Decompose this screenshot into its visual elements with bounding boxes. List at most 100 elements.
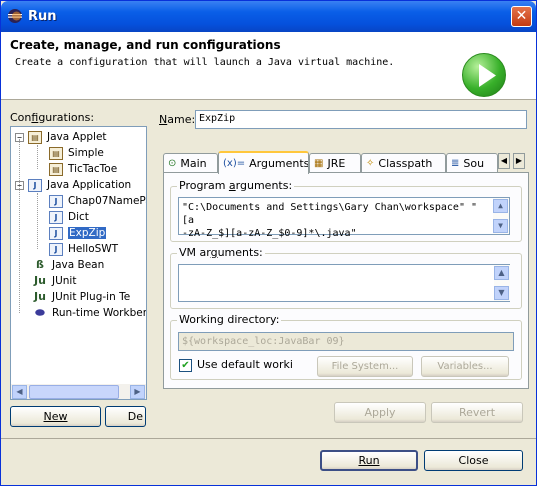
close-button[interactable]: Close	[424, 450, 523, 471]
window-title: Run	[28, 9, 57, 24]
scroll-down-icon[interactable]: ▼	[493, 219, 508, 233]
main-tab-icon: ⊙	[168, 158, 177, 169]
vm-arguments-input[interactable]	[178, 264, 510, 302]
jre-tab-icon: ▦	[314, 158, 324, 169]
java-app-icon: J	[49, 210, 63, 224]
tree-horizontal-scrollbar[interactable]: ◀ ▶	[10, 384, 147, 400]
tree-item-label: ExpZip	[68, 227, 107, 239]
tree-item-java-applet[interactable]: − ▤ Java Applet	[15, 129, 107, 145]
scroll-up-icon[interactable]: ▲	[493, 199, 508, 213]
tree-item-label: JUnit	[52, 275, 77, 287]
working-directory-label: Working directory:	[177, 313, 282, 326]
scroll-up-icon[interactable]: ▲	[494, 266, 509, 280]
banner-title: Create, manage, and run configurations	[10, 38, 281, 52]
tree-item-runtime-workbench[interactable]: ⬬ Run-time Workber	[33, 305, 147, 321]
tab-arguments[interactable]: (x)= Arguments	[218, 151, 309, 174]
program-arguments-label: Program arguments:	[177, 179, 295, 192]
tree-item-helloswt[interactable]: J HelloSWT	[49, 241, 118, 257]
vm-arguments-group: VM arguments: ▲ ▼	[170, 246, 522, 309]
configurations-label: Configurations:	[10, 111, 95, 124]
applet-icon: ▤	[49, 146, 63, 160]
program-arguments-line: -zA-Z_$][a-zA-Z_$0-9]*\.java"	[182, 228, 357, 239]
tab-label: JRE	[327, 157, 346, 170]
name-input[interactable]: ExpZip	[195, 110, 527, 129]
tree-item-label: Run-time Workber	[52, 307, 147, 319]
program-arguments-input[interactable]: "C:\Documents and Settings\Gary Chan\wor…	[178, 197, 510, 239]
revert-button[interactable]: Revert	[431, 402, 523, 423]
java-bean-icon: ß	[36, 257, 44, 271]
apply-button[interactable]: Apply	[334, 402, 426, 423]
java-app-icon: J	[49, 242, 63, 256]
arguments-panel: Program arguments: "C:\Documents and Set…	[163, 172, 529, 389]
tab-main[interactable]: ⊙ Main	[163, 153, 218, 173]
title-bar[interactable]: Run ✕	[1, 1, 536, 32]
banner-description: Create a configuration that will launch …	[15, 57, 395, 68]
java-app-icon: J	[28, 178, 42, 192]
tree-item-dict[interactable]: J Dict	[49, 209, 89, 225]
tree-item-label: Java Bean	[52, 259, 105, 271]
tree-item-java-bean[interactable]: ß Java Bean	[33, 257, 104, 273]
applet-icon: ▤	[49, 162, 63, 176]
tree-item-label: Dict	[68, 211, 89, 223]
scroll-right-icon[interactable]: ▶	[130, 385, 145, 399]
junit-plugin-icon: Ju	[34, 289, 46, 303]
run-icon	[462, 53, 506, 97]
tree-item-label: Java Application	[47, 179, 132, 191]
workbench-icon: ⬬	[35, 305, 45, 319]
delete-button[interactable]: De	[105, 406, 146, 427]
program-arguments-scrollbar[interactable]: ▲ ▼	[493, 198, 509, 234]
eclipse-icon	[8, 9, 22, 23]
program-arguments-line: "C:\Documents and Settings\Gary Chan\wor…	[182, 202, 478, 226]
tree-item-junit[interactable]: Ju JUnit	[33, 273, 76, 289]
tree-item-simple[interactable]: ▤ Simple	[49, 145, 104, 161]
tree-item-label: TicTacToe	[68, 163, 118, 175]
tab-label: Arguments	[249, 157, 309, 170]
run-button[interactable]: Run	[320, 450, 418, 471]
name-label: Name:	[159, 113, 196, 126]
tree-item-java-application[interactable]: − J Java Application	[15, 177, 131, 193]
use-default-checkbox[interactable]: ✔	[179, 359, 192, 372]
tab-scroll-left-icon[interactable]: ◀	[498, 153, 510, 169]
tab-jre[interactable]: ▦ JRE	[309, 153, 361, 173]
tab-bar: ⊙ Main (x)= Arguments ▦ JRE ✧ Classpath …	[163, 151, 529, 174]
tab-scroll-right-icon[interactable]: ▶	[513, 153, 525, 169]
tab-label: Sou	[463, 157, 485, 170]
scroll-left-icon[interactable]: ◀	[12, 385, 27, 399]
tab-classpath[interactable]: ✧ Classpath	[361, 153, 446, 173]
scroll-down-icon[interactable]: ▼	[494, 286, 509, 300]
vm-arguments-label: VM arguments:	[177, 246, 265, 259]
tree-line	[37, 145, 38, 169]
file-system-button[interactable]: File System...	[317, 356, 413, 377]
tree-item-label: Simple	[68, 147, 104, 159]
tree-item-label: Java Applet	[47, 131, 107, 143]
vm-arguments-scrollbar[interactable]: ▲ ▼	[494, 265, 510, 301]
working-directory-group: Working directory: ${workspace_loc:JavaB…	[170, 313, 522, 380]
variables-button[interactable]: Variables...	[421, 356, 509, 377]
applet-icon: ▤	[28, 130, 42, 144]
use-default-label: Use default worki	[197, 358, 293, 371]
close-window-button[interactable]: ✕	[511, 6, 532, 27]
header-banner: Create, manage, and run configurations C…	[1, 32, 536, 100]
arguments-tab-icon: (x)=	[223, 158, 246, 169]
divider	[1, 438, 536, 439]
configurations-tree[interactable]: − ▤ Java Applet ▤ Simple ▤ TicTacToe − J…	[10, 126, 147, 400]
java-app-icon: J	[49, 194, 63, 208]
tree-line	[37, 193, 38, 249]
classpath-tab-icon: ✧	[366, 158, 375, 169]
source-tab-icon: ≣	[451, 158, 460, 169]
play-arrow-icon	[479, 64, 496, 87]
junit-icon: Ju	[34, 273, 46, 287]
tab-label: Classpath	[378, 157, 433, 170]
program-arguments-group: Program arguments: "C:\Documents and Set…	[170, 179, 522, 242]
tree-item-junit-plugin[interactable]: Ju JUnit Plug-in Te	[33, 289, 130, 305]
working-directory-input[interactable]: ${workspace_loc:JavaBar 09}	[178, 332, 514, 351]
run-dialog: Run ✕ Create, manage, and run configurat…	[0, 0, 537, 486]
tab-source[interactable]: ≣ Sou	[446, 153, 498, 173]
tree-item-tictactoe[interactable]: ▤ TicTacToe	[49, 161, 117, 177]
scroll-thumb[interactable]	[29, 385, 119, 399]
tree-item-expzip[interactable]: J ExpZip	[49, 225, 107, 241]
tab-label: Main	[180, 157, 207, 170]
new-button[interactable]: New	[10, 406, 101, 427]
tree-line	[19, 139, 20, 313]
tree-item-chap07namepar[interactable]: J Chap07NamePar	[49, 193, 146, 209]
